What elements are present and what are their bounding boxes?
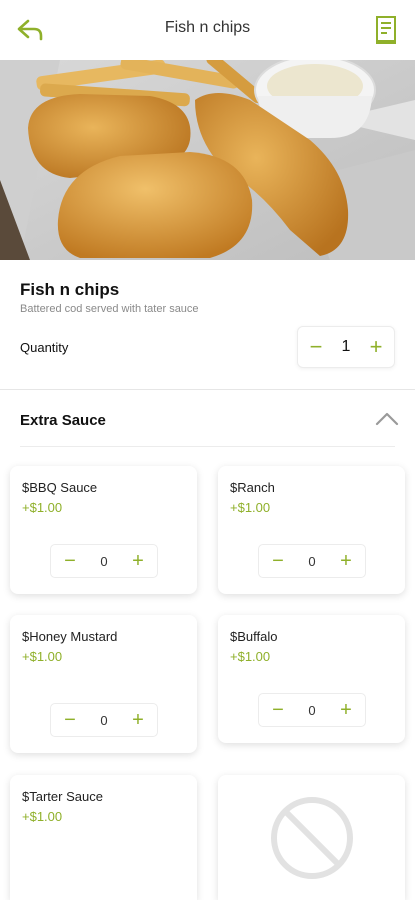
option-price: +$1.00	[230, 500, 271, 515]
option-card-buffalo: $Buffalo +$1.00 − 0 +	[218, 615, 405, 743]
option-name: $Honey Mustard	[22, 629, 118, 644]
chevron-up-icon[interactable]	[375, 410, 399, 426]
option-name: $BBQ Sauce	[22, 480, 98, 495]
option-card-placeholder	[218, 775, 405, 900]
option-name: $Buffalo	[230, 629, 278, 644]
top-bar: Fish n chips	[0, 0, 415, 60]
item-description: Battered cod served with tater sauce	[20, 303, 199, 315]
option-card-honey-mustard: $Honey Mustard +$1.00 − 0 +	[10, 615, 197, 753]
option-card-ranch: $Ranch +$1.00 − 0 +	[218, 466, 405, 594]
option-card-tarter-sauce: $Tarter Sauce +$1.00	[10, 775, 197, 900]
section-divider	[20, 446, 395, 447]
item-photo	[0, 60, 415, 260]
option-name: $Tarter Sauce	[22, 789, 103, 804]
option-stepper: − 0 +	[50, 544, 158, 578]
item-name: Fish n chips	[20, 280, 120, 299]
extra-sauce-header[interactable]: Extra Sauce	[0, 390, 415, 446]
no-image-icon	[269, 795, 355, 881]
option-price: +$1.00	[22, 809, 63, 824]
option-increase-button[interactable]: +	[125, 549, 151, 573]
option-price: +$1.00	[22, 500, 63, 515]
option-increase-button[interactable]: +	[333, 698, 359, 722]
option-card-bbq: $BBQ Sauce +$1.00 − 0 +	[10, 466, 197, 594]
section-title: Extra Sauce	[20, 412, 106, 429]
option-price: +$1.00	[22, 649, 63, 664]
option-stepper: − 0 +	[258, 693, 366, 727]
option-stepper: − 0 +	[50, 703, 158, 737]
page-title: Fish n chips	[164, 19, 251, 36]
option-increase-button[interactable]: +	[125, 708, 151, 732]
quantity-label: Quantity	[20, 340, 69, 355]
option-stepper: − 0 +	[258, 544, 366, 578]
item-info: Fish n chips Battered cod served with ta…	[0, 260, 415, 390]
option-increase-button[interactable]: +	[333, 549, 359, 573]
option-price: +$1.00	[230, 649, 271, 664]
quantity-stepper: − 1 +	[297, 326, 395, 368]
quantity-increase-button[interactable]: +	[362, 333, 390, 361]
option-name: $Ranch	[230, 480, 275, 495]
receipt-icon[interactable]	[371, 14, 401, 46]
